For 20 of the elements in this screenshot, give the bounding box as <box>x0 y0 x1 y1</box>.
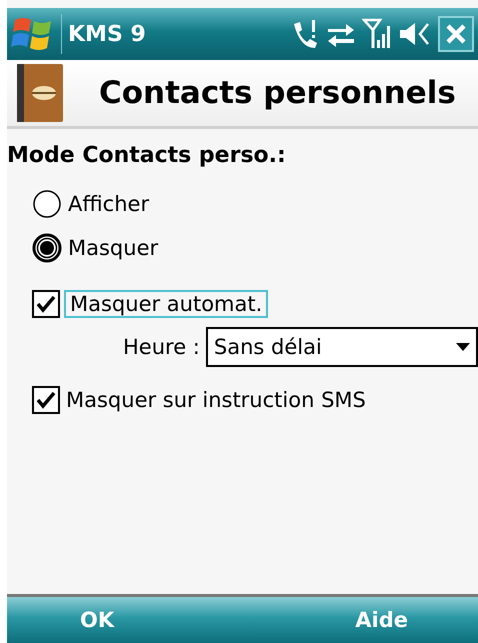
field-label: Heure : <box>123 335 200 359</box>
softkey-button[interactable]: Aide <box>355 608 408 632</box>
speaker-icon[interactable] <box>398 20 432 48</box>
time-dropdown[interactable]: Sans délai <box>206 327 478 367</box>
signal-icon[interactable] <box>362 18 392 50</box>
app-title: KMS 9 <box>68 22 147 46</box>
radio-button[interactable] <box>32 189 62 219</box>
dropdown-arrow-icon <box>456 343 470 351</box>
checkbox[interactable] <box>32 386 60 414</box>
softkey-button[interactable]: OK <box>80 608 114 632</box>
section-label: Mode Contacts perso.: <box>7 143 287 168</box>
checkbox-label[interactable]: Masquer sur instruction SMS <box>66 388 366 412</box>
radio-label[interactable]: Masquer <box>68 236 158 260</box>
page-title: Contacts personnels <box>99 75 456 111</box>
radio-label[interactable]: Afficher <box>68 192 150 216</box>
radio-button[interactable] <box>32 233 62 263</box>
contact-book-icon <box>17 64 63 122</box>
checkbox-label[interactable]: Masquer automat. <box>66 292 266 316</box>
close-icon[interactable] <box>438 16 474 52</box>
checkbox[interactable] <box>32 290 60 318</box>
